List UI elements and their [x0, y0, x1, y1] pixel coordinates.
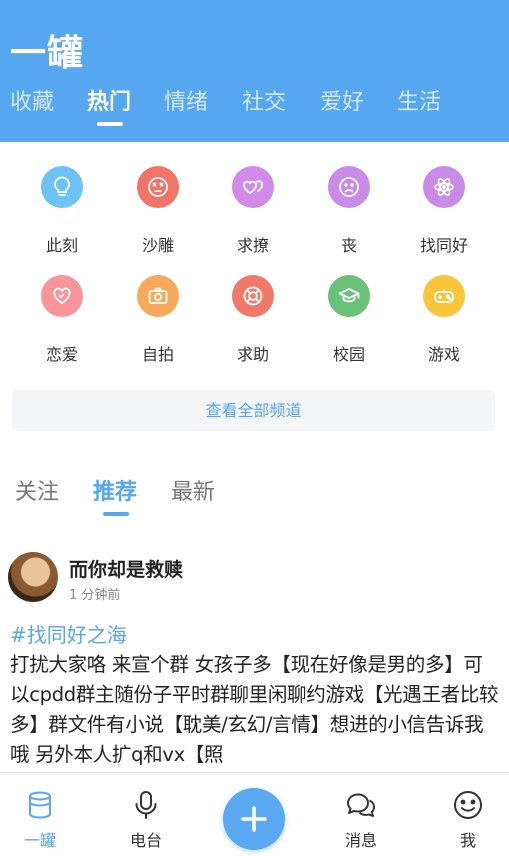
active-tab-indicator: [97, 122, 123, 126]
nav-label: 消息: [344, 831, 377, 850]
tab-social[interactable]: 社交: [242, 84, 286, 116]
chat-bubbles-icon: [345, 789, 377, 821]
smiley-icon: [452, 789, 484, 821]
top-tab-bar: 收藏 热门 情绪 社交 爱好 生活: [0, 84, 509, 124]
bottom-nav: 一罐 电台 消息 我: [0, 772, 509, 856]
app-title: 一罐: [10, 33, 85, 74]
header: 一罐 收藏 热门 情绪 社交 爱好 生活: [0, 0, 509, 142]
nav-radio[interactable]: 电台: [106, 773, 186, 856]
channel-campus[interactable]: 校园: [301, 251, 397, 364]
microphone-icon: [130, 789, 162, 821]
channel-label: 恋爱: [45, 345, 78, 364]
tab-hobby[interactable]: 爱好: [320, 84, 364, 116]
jar-icon: [24, 789, 56, 821]
feed-tab-bar: 关注 推荐 最新: [0, 470, 509, 520]
tab-following[interactable]: 关注: [15, 474, 59, 506]
post-body: 打扰大家咯 来宣个群 女孩子多【现在好像是男的多】可以cpdd群主随份子平时群聊…: [10, 653, 499, 766]
channel-help[interactable]: 求助: [205, 251, 301, 364]
channel-find-friends[interactable]: 找同好: [396, 142, 492, 255]
channel-silly[interactable]: 沙雕: [110, 142, 206, 255]
active-feed-tab-indicator: [103, 512, 129, 516]
heart-icon: [41, 275, 83, 317]
channel-grid: 此刻 沙雕 求撩 丧 找同好 恋爱 自拍 求助 校园 游戏: [0, 142, 509, 392]
avatar[interactable]: [8, 552, 58, 602]
plus-icon: [241, 806, 267, 832]
nav-me[interactable]: 我: [428, 773, 508, 856]
channel-label: 游戏: [427, 345, 460, 364]
tab-recommended[interactable]: 推荐: [93, 474, 137, 506]
lightbulb-icon: [41, 166, 83, 208]
nav-label: 电台: [129, 831, 162, 850]
nav-messages[interactable]: 消息: [321, 773, 401, 856]
sad-face-icon: [328, 166, 370, 208]
nav-jar[interactable]: 一罐: [0, 773, 80, 856]
tab-mood[interactable]: 情绪: [164, 84, 208, 116]
gamepad-icon: [423, 275, 465, 317]
lifebuoy-icon: [232, 275, 274, 317]
nav-label: 一罐: [23, 831, 56, 850]
post-time: 1 分钟前: [69, 588, 121, 603]
nav-label: 我: [459, 831, 476, 850]
tab-latest[interactable]: 最新: [171, 474, 215, 506]
channel-selfie[interactable]: 自拍: [110, 251, 206, 364]
tab-life[interactable]: 生活: [397, 84, 441, 116]
channel-label: 自拍: [141, 345, 174, 364]
post-hashtag[interactable]: #找同好之海: [10, 619, 127, 648]
atom-icon: [423, 166, 465, 208]
channel-love[interactable]: 恋爱: [14, 251, 110, 364]
channel-sad[interactable]: 丧: [301, 142, 397, 255]
tab-hot[interactable]: 热门: [87, 84, 131, 116]
post-author[interactable]: 而你却是救赎: [69, 555, 183, 582]
create-post-button[interactable]: [223, 788, 285, 850]
tab-favorites[interactable]: 收藏: [10, 84, 54, 116]
graduation-cap-icon: [328, 275, 370, 317]
channel-moment[interactable]: 此刻: [14, 142, 110, 255]
view-all-channels-button[interactable]: 查看全部频道: [12, 390, 495, 431]
channel-label: 求助: [236, 345, 269, 364]
dizzy-face-icon: [137, 166, 179, 208]
camera-icon: [137, 275, 179, 317]
hearts-icon: [232, 166, 274, 208]
channel-flirt[interactable]: 求撩: [205, 142, 301, 255]
channel-games[interactable]: 游戏: [396, 251, 492, 364]
channel-label: 校园: [332, 345, 365, 364]
